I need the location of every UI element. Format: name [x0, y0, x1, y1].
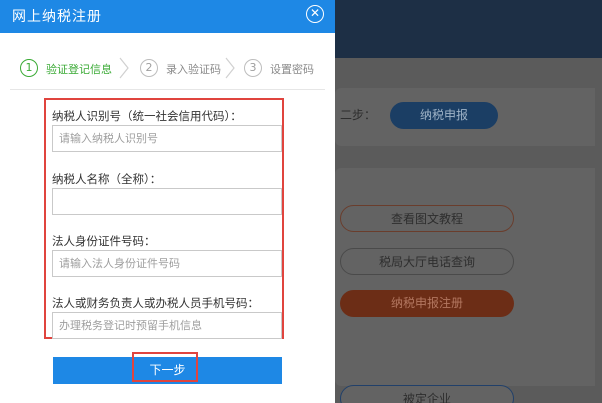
- background-report-button: 纳税申报: [390, 102, 498, 129]
- modal-title: 网上纳税注册: [12, 9, 102, 25]
- background-card-actions: [335, 168, 595, 386]
- steps-divider: [10, 89, 325, 90]
- taxpayer-id-input[interactable]: [52, 125, 282, 152]
- step-2-number: 2: [140, 59, 158, 77]
- background-enterprise-button: 被定企业: [340, 385, 514, 403]
- chevron-right-icon: [119, 57, 129, 79]
- taxpayer-name-input[interactable]: [52, 188, 282, 215]
- legal-person-id-label: 法人身份证件号码：: [52, 234, 156, 248]
- step-2-label: 录入验证码: [166, 63, 221, 76]
- phone-number-label: 法人或财务负责人或办税人员手机号码：: [52, 296, 259, 310]
- modal-header: 网上纳税注册 ✕: [0, 0, 335, 33]
- taxpayer-id-label: 纳税人识别号（统一社会信用代码）：: [52, 109, 242, 123]
- background-top-bar: [335, 0, 602, 58]
- step-3-number: 3: [244, 59, 262, 77]
- background-tutorial-button: 查看图文教程: [340, 205, 514, 232]
- registration-modal: 网上纳税注册 ✕ 1 验证登记信息 2 录入验证码 3 设置密码 纳税人识别号（…: [0, 0, 335, 403]
- step-1-label: 验证登记信息: [46, 63, 112, 76]
- step-indicator: 1 验证登记信息 2 录入验证码 3 设置密码: [0, 33, 335, 91]
- background-phone-query-button: 税局大厅电话查询: [340, 248, 514, 275]
- legal-person-id-input[interactable]: [52, 250, 282, 277]
- chevron-right-icon: [225, 57, 235, 79]
- close-icon[interactable]: ✕: [306, 5, 324, 23]
- step-1-number: 1: [20, 59, 38, 77]
- background-register-button: 纳税申报注册: [340, 290, 514, 317]
- background-step-label: 二步：: [340, 108, 377, 122]
- next-step-button[interactable]: 下一步: [53, 357, 282, 384]
- taxpayer-name-label: 纳税人名称（全称）：: [52, 172, 162, 186]
- step-3-label: 设置密码: [270, 63, 314, 76]
- phone-number-input[interactable]: [52, 312, 282, 339]
